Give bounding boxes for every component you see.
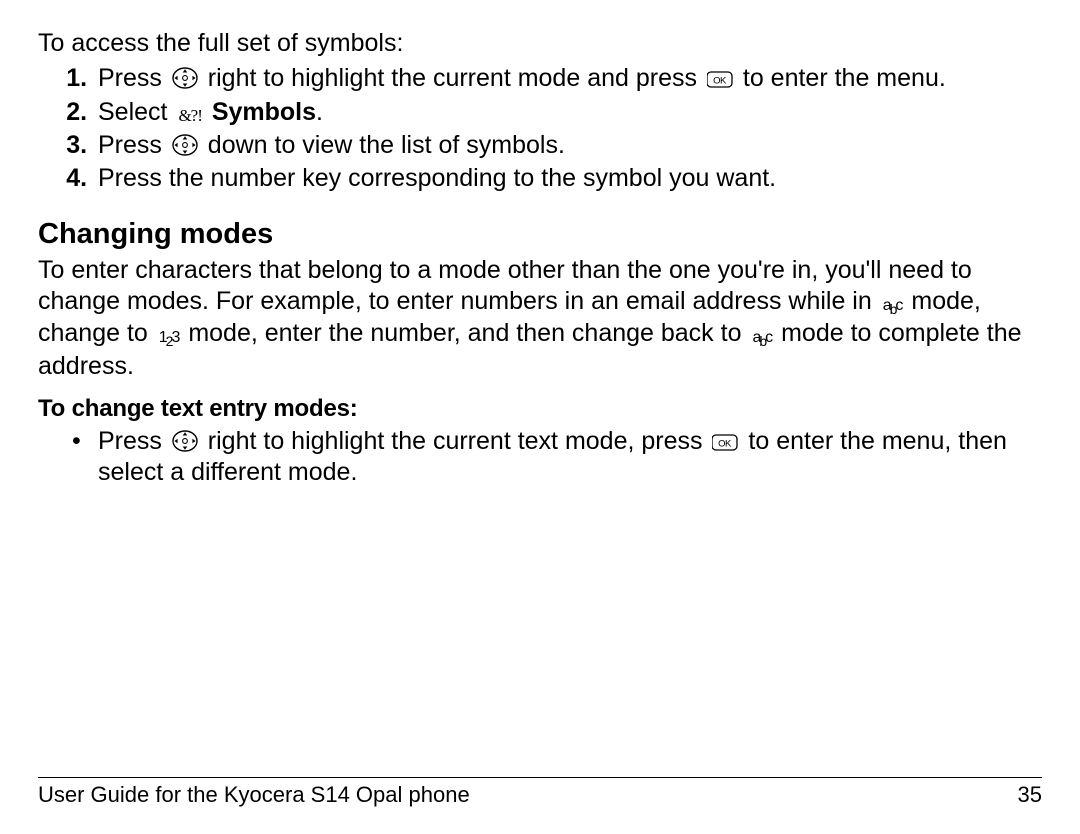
abc-glyph: abc: [752, 328, 771, 351]
footer-title: User Guide for the Kyocera S14 Opal phon…: [38, 781, 470, 809]
bullet-text-b: right to highlight the current text mode…: [201, 427, 710, 455]
one-two-three-glyph: 123: [159, 328, 179, 351]
steps-list: Press right to highlight the current mod…: [38, 63, 1042, 194]
step-1-text-c: to enter the menu.: [736, 64, 946, 92]
section-paragraph: To enter characters that belong to a mod…: [38, 255, 1042, 383]
step-1-text-b: right to highlight the current mode and …: [201, 64, 704, 92]
step-3: Press down to view the list of symbols.: [94, 130, 1042, 161]
bullet-1: Press right to highlight the current tex…: [94, 426, 1042, 489]
step-2-text-a: Select: [98, 98, 174, 126]
nav-icon: [172, 134, 198, 156]
step-2-text-c: .: [316, 98, 323, 126]
intro-text: To access the full set of symbols:: [38, 28, 1042, 59]
ok-icon: [707, 70, 733, 89]
page-number: 35: [1018, 781, 1042, 809]
ok-icon: [712, 433, 738, 452]
step-1: Press right to highlight the current mod…: [94, 63, 1042, 94]
step-3-text-a: Press: [98, 131, 169, 159]
bullet-list: Press right to highlight the current tex…: [38, 426, 1042, 489]
bullet-text-a: Press: [98, 427, 169, 455]
symbols-glyph: &?!: [178, 105, 201, 126]
step-4-text: Press the number key corresponding to th…: [98, 164, 776, 192]
para-text-a: To enter characters that belong to a mod…: [38, 256, 972, 315]
subhead: To change text entry modes:: [38, 394, 1042, 424]
nav-icon: [172, 67, 198, 89]
step-2-bold: Symbols: [205, 98, 316, 126]
step-3-text-b: down to view the list of symbols.: [201, 131, 565, 159]
step-4: Press the number key corresponding to th…: [94, 163, 1042, 194]
abc-glyph: abc: [883, 296, 902, 319]
footer: User Guide for the Kyocera S14 Opal phon…: [38, 777, 1042, 809]
section-heading: Changing modes: [38, 216, 1042, 252]
para-text-c: mode, enter the number, and then change …: [181, 319, 748, 347]
step-2: Select &?! Symbols.: [94, 97, 1042, 128]
step-1-text-a: Press: [98, 64, 169, 92]
nav-icon: [172, 430, 198, 452]
